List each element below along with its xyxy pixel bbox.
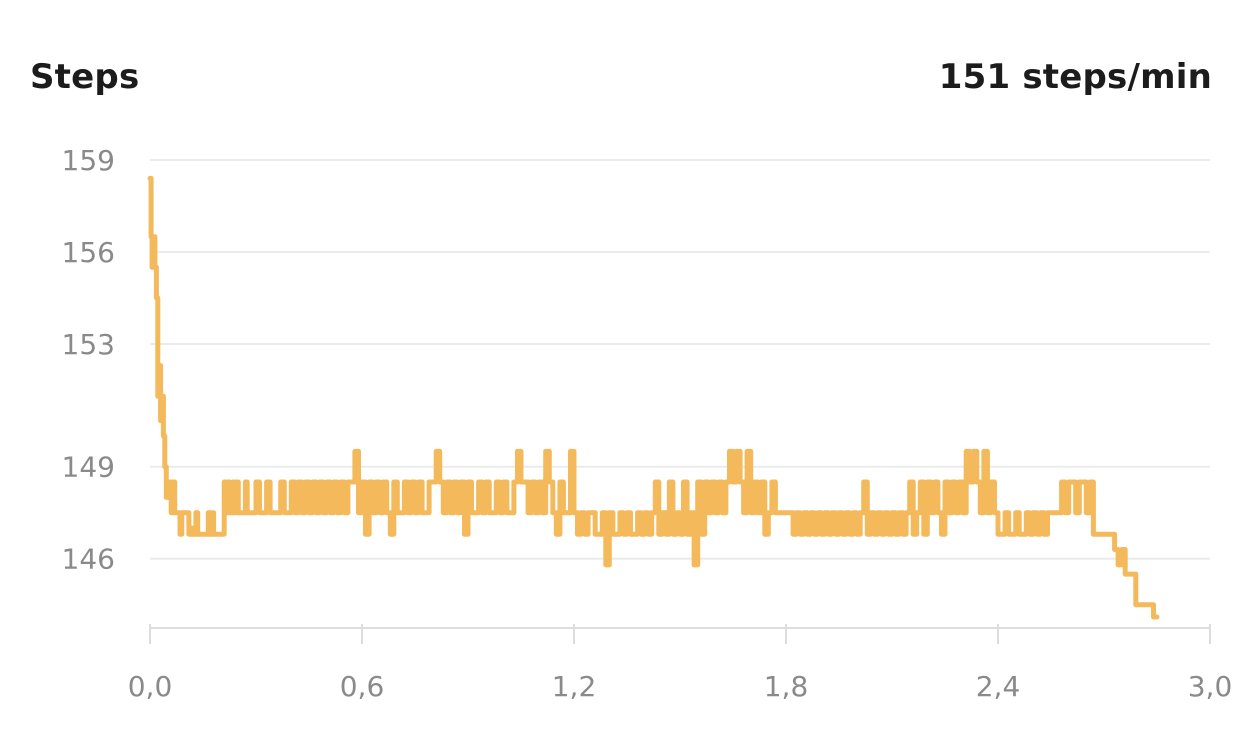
steps-line-chart: 146 149 153 156 159 0,0 0,6 1,2 1,8 2,4 3,0 [62,144,1233,703]
y-tick-label: 153 [62,328,115,361]
y-axis-labels: 146 149 153 156 159 [62,144,115,576]
x-axis-labels: 0,0 0,6 1,2 1,8 2,4 3,0 [128,670,1233,703]
y-tick-label: 159 [62,144,115,177]
x-tick-label: 0,0 [128,670,173,703]
y-tick-label: 149 [62,451,115,484]
x-tick-label: 1,2 [552,670,597,703]
x-tick-label: 1,8 [764,670,809,703]
y-tick-label: 146 [62,543,115,576]
x-tick-label: 3,0 [1188,670,1233,703]
x-axis [149,624,1211,644]
x-tick-label: 0,6 [340,670,385,703]
series-line-0 [147,175,1160,620]
x-tick-label: 2,4 [976,670,1021,703]
series-layer [147,175,1160,620]
y-tick-label: 156 [62,236,115,269]
